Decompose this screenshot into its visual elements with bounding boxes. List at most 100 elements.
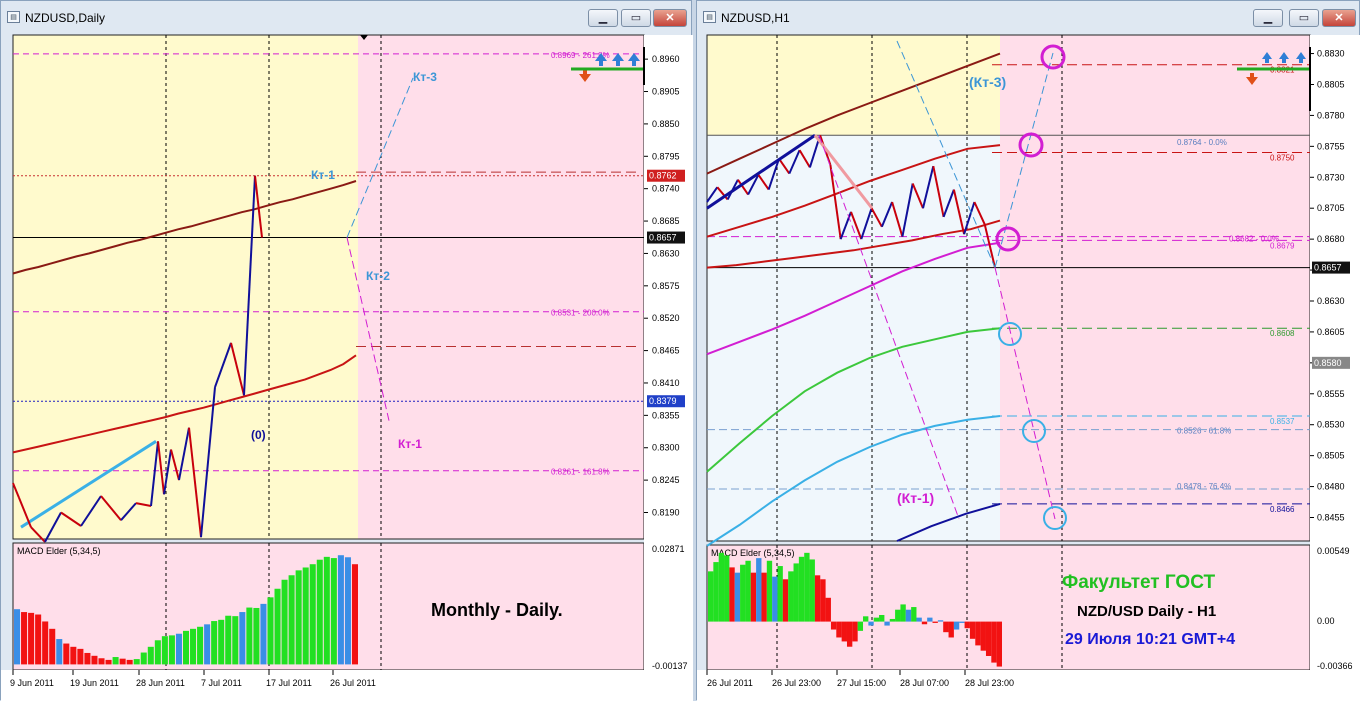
macd-bottom-label: -0.00137 [652, 661, 688, 671]
y-tick-label: 0.8680 [1317, 234, 1345, 244]
macd-bar [260, 603, 267, 665]
y-tick-label: 0.8630 [652, 248, 680, 258]
price-badge-0.8657: 0.8657 [649, 233, 677, 243]
macd-bar [35, 614, 42, 665]
left-chart-window[interactable]: ▤ NZDUSD,Daily ▁ ▭ ✕ 0.8969 - 261.8% 0.85… [0, 0, 693, 701]
macd-bar [868, 621, 874, 626]
macd-bar [841, 621, 847, 642]
macd-zero-label: 0.00 [1317, 616, 1335, 626]
fibo-level-label: 0.8261 - 161.8% [551, 468, 610, 477]
macd-bar [281, 579, 288, 665]
y-tick-label: 0.8905 [652, 87, 680, 97]
y-tick-label: 0.8685 [652, 216, 680, 226]
macd-bar [980, 621, 986, 651]
macd-bar [964, 621, 970, 629]
y-tick-label: 0.8530 [1317, 420, 1345, 430]
price-badge-0.8580: 0.8580 [1314, 358, 1342, 368]
macd-bottom-label: -0.00366 [1317, 661, 1353, 671]
right-chart-window[interactable]: ▤ NZDUSD,H1 ▁ ▭ ✕ 0.8764 - 0.0% 0.8682 - … [696, 0, 1360, 701]
macd-top-label: 0.02871 [652, 544, 685, 554]
macd-bar [921, 621, 928, 625]
macd-bar [274, 588, 281, 665]
macd-bar [948, 621, 954, 638]
macd-bar [330, 558, 337, 665]
y-tick-label: 0.8605 [1317, 327, 1345, 337]
macd-bar [830, 621, 837, 630]
macd-bar [267, 597, 274, 665]
macd-bar [70, 646, 77, 665]
y-tick-label: 0.8805 [1317, 79, 1345, 89]
macd-bar [204, 624, 211, 665]
x-tick-label: 9 Jun 2011 [10, 678, 54, 688]
macd-bar [766, 560, 773, 622]
fibo-label-0: 0.8764 - 0.0% [1177, 138, 1227, 147]
macd-bar [953, 621, 960, 630]
macd-bar [782, 579, 789, 622]
y-tick-label: 0.8465 [652, 346, 680, 356]
projection-value-label: 0.8679 [1270, 241, 1295, 250]
y-tick-label: 0.8830 [1317, 49, 1345, 59]
annotation-kt3: (Кт-3) [969, 74, 1006, 90]
macd-bar [56, 639, 63, 665]
y-tick-label: 0.8355 [652, 410, 680, 420]
y-tick-label: 0.8730 [1317, 172, 1345, 182]
macd-bar [91, 655, 98, 665]
macd-bar [852, 621, 858, 642]
price-badge-0.8379: 0.8379 [649, 396, 677, 406]
overlay-date: 29 Июля 10:21 GMT+4 [1065, 631, 1235, 648]
projection-value-label: 0.8608 [1270, 329, 1295, 338]
macd-bar [175, 633, 182, 665]
macd-bar [232, 616, 239, 665]
y-tick-label: 0.8555 [1317, 389, 1345, 399]
macd-bar [98, 658, 105, 665]
macd-bar [63, 643, 70, 665]
history-zone [13, 35, 358, 539]
macd-bar [147, 646, 154, 665]
macd-label: MACD Elder (5,34,5) [17, 546, 101, 556]
macd-bar [927, 617, 933, 622]
projection-value-label: 0.8537 [1270, 417, 1295, 426]
x-tick-label: 26 Jul 23:00 [772, 678, 821, 688]
x-tick-label: 7 Jul 2011 [201, 678, 242, 688]
y-tick-label: 0.8960 [652, 54, 680, 64]
macd-bar [857, 621, 864, 631]
macd-bar [323, 556, 330, 665]
history-top-zone [707, 35, 1000, 136]
macd-bar [708, 571, 714, 622]
macd-bar [14, 609, 21, 665]
right-chart-svg[interactable]: 0.8764 - 0.0%0.8682 - 0.0%0.8526 - 61.8%… [697, 1, 1360, 701]
fibo-label-764: 0.8478 - 76.4% [1177, 482, 1231, 491]
macd-bar [937, 620, 944, 622]
y-tick-label: 0.8520 [652, 313, 680, 323]
macd-bar [895, 609, 901, 622]
x-tick-label: 26 Jul 2011 [707, 678, 753, 688]
macd-bar [846, 621, 853, 647]
annotation-kt3: Кт-3 [413, 70, 437, 84]
x-tick-label: 28 Jun 2011 [136, 678, 185, 688]
macd-bar [218, 619, 225, 665]
x-tick-label: 17 Jul 2011 [266, 678, 312, 688]
macd-bar [985, 621, 992, 656]
macd-bar [756, 558, 762, 622]
macd-top-label: 0.00549 [1317, 546, 1350, 556]
macd-bar [105, 659, 112, 665]
macd-bar [750, 572, 757, 622]
macd-bar [126, 659, 133, 665]
macd-bar [182, 630, 190, 665]
macd-bar [996, 621, 1002, 667]
overlay-text-monthly-daily: Monthly - Daily. [431, 600, 563, 620]
macd-bar [969, 621, 976, 639]
macd-bar [302, 567, 309, 665]
left-chart-svg[interactable]: 0.8969 - 261.8%0.8531 - 200.0%0.8261 - 1… [1, 1, 693, 701]
macd-bar [253, 607, 260, 665]
macd-bar [804, 552, 810, 622]
macd-bar [211, 621, 218, 665]
annotation-zero: (0) [251, 428, 266, 442]
macd-bar [836, 621, 842, 638]
overlay-pair: NZD/USD Daily - H1 [1077, 603, 1216, 620]
macd-bar [337, 555, 344, 665]
y-tick-label: 0.8630 [1317, 296, 1345, 306]
x-tick-label: 19 Jun 2011 [70, 678, 119, 688]
overlay-title: Факультет ГОСТ [1062, 572, 1215, 593]
macd-bar [197, 626, 204, 665]
